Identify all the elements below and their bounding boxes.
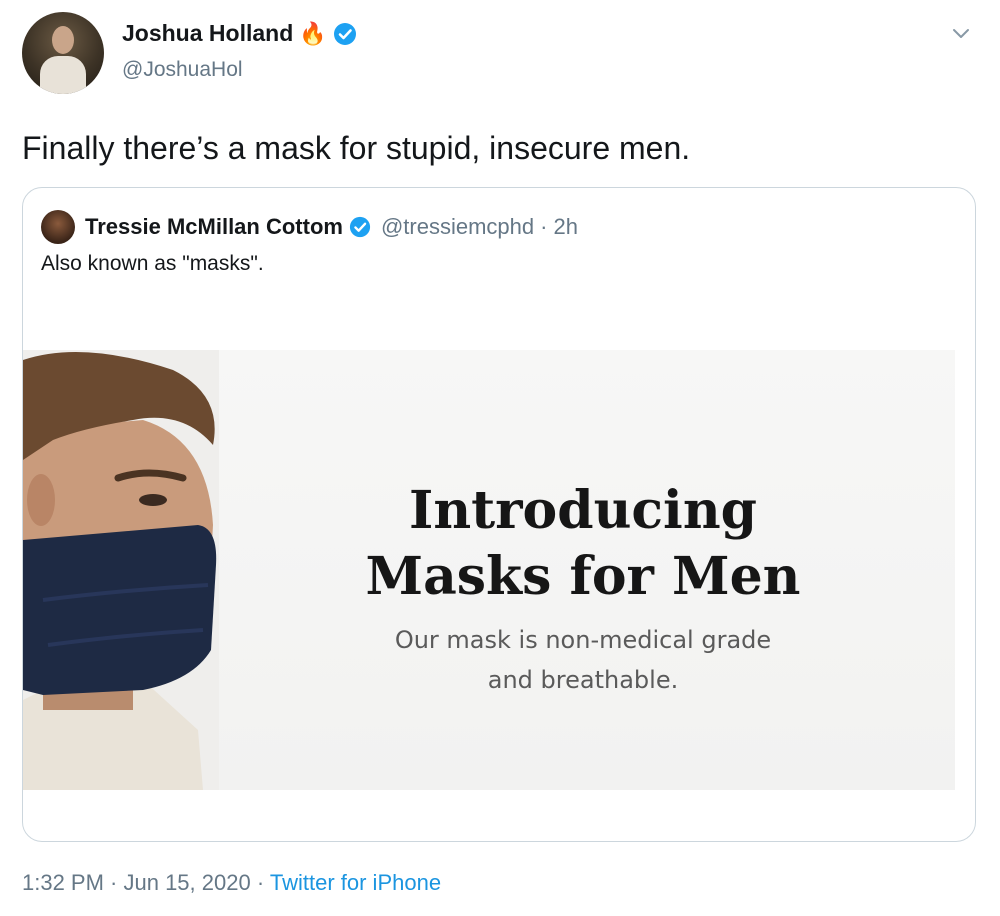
- verified-badge-icon: [349, 216, 371, 238]
- quoted-tweet-time[interactable]: 2h: [553, 210, 577, 244]
- man-with-mask-illustration: [23, 350, 219, 790]
- footer-separator: ·: [256, 870, 265, 895]
- avatar-shirt: [40, 56, 86, 94]
- quoted-author-handle[interactable]: @tressiemcphd: [381, 210, 534, 244]
- author-handle[interactable]: @JoshuaHol: [122, 58, 243, 82]
- ad-headline-line-2: Masks for Men: [365, 546, 801, 607]
- ad-subtext-line-1: Our mask is non-medical grade: [394, 626, 772, 654]
- ad-headline-line-1: Introducing: [409, 480, 757, 541]
- ad-headline: Introducing Masks for Men: [323, 478, 843, 610]
- ad-subtext: Our mask is non-medical grade and breath…: [323, 620, 843, 700]
- quoted-tweet-text: Also known as "masks".: [41, 252, 264, 275]
- tweet-footer: 1:32 PM · Jun 15, 2020 · Twitter for iPh…: [22, 870, 441, 896]
- quoted-author-avatar[interactable]: [41, 210, 75, 244]
- header-separator: ·: [540, 214, 548, 239]
- quoted-author-name[interactable]: Tressie McMillan Cottom: [85, 210, 343, 244]
- ad-subtext-line-2: and breathable.: [487, 666, 679, 694]
- tweet-timestamp[interactable]: 1:32 PM · Jun 15, 2020: [22, 870, 251, 895]
- tweet-text: Finally there’s a mask for stupid, insec…: [22, 130, 691, 166]
- fire-icon: 🔥: [299, 20, 327, 46]
- author-display-name[interactable]: Joshua Holland: [122, 20, 293, 47]
- quoted-tweet-card[interactable]: Tressie McMillan Cottom @tressiemcphd · …: [22, 187, 976, 842]
- quoted-tweet-media[interactable]: Introducing Masks for Men Our mask is no…: [23, 350, 975, 790]
- quoted-tweet-header: Tressie McMillan Cottom @tressiemcphd · …: [85, 210, 578, 244]
- author-name-row[interactable]: Joshua Holland 🔥: [122, 20, 357, 47]
- avatar-face: [52, 26, 74, 54]
- tweet-source-link[interactable]: Twitter for iPhone: [270, 870, 441, 895]
- ad-image: Introducing Masks for Men Our mask is no…: [23, 350, 955, 790]
- verified-badge-icon: [333, 22, 357, 46]
- author-avatar[interactable]: [22, 12, 104, 94]
- chevron-down-icon[interactable]: [950, 22, 972, 44]
